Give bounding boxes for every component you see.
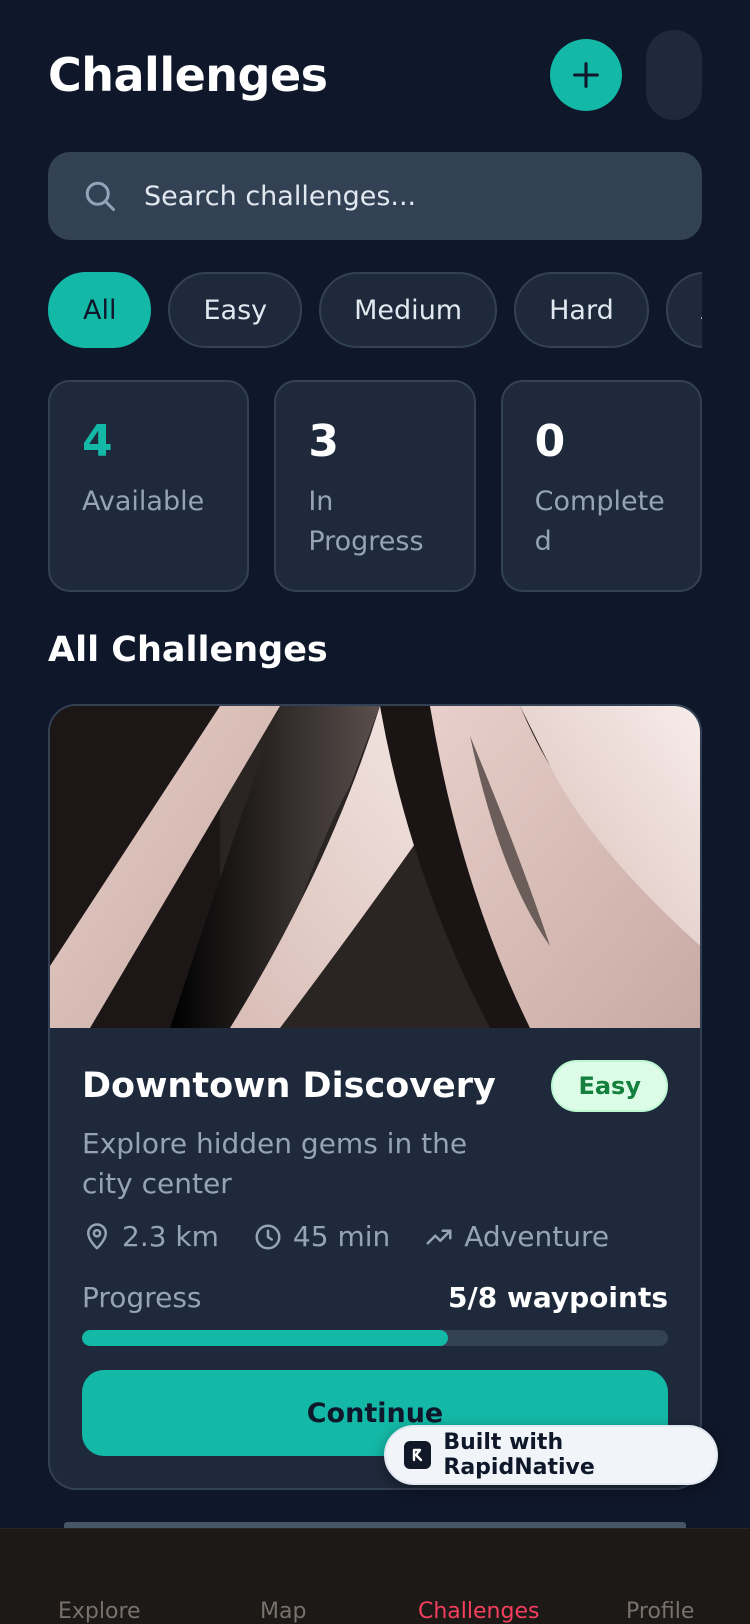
challenge-card-body: Downtown Discovery Easy Explore hidden g… [50, 1028, 700, 1456]
clock-icon [255, 1224, 281, 1249]
stat-card-completed: 0 Completed [500, 380, 702, 592]
progress-row: Progress 5/8 waypoints [82, 1281, 668, 1314]
stat-card-in-progress: 3 In Progress [274, 380, 476, 592]
built-with-badge[interactable]: Built with RapidNative [384, 1425, 718, 1485]
map-pin-icon [87, 1222, 107, 1249]
tab-profile[interactable]: Profile [626, 1599, 694, 1624]
header: Challenges [48, 30, 702, 120]
trending-up-icon [426, 1229, 452, 1244]
tab-challenges[interactable]: Challenges [418, 1599, 539, 1624]
stat-label: Completed [534, 486, 665, 557]
built-with-label: Built with RapidNative [443, 1430, 595, 1480]
section-title: All Challenges [48, 630, 328, 670]
filter-chip-all[interactable]: All [48, 272, 152, 348]
challenge-image [50, 706, 700, 1028]
stat-label: Available [82, 486, 205, 517]
stats-row: 4 Available 3 In Progress 0 Completed [48, 380, 702, 592]
rapidnative-logo-icon [404, 1441, 432, 1469]
meta-duration: 45 min [253, 1220, 390, 1253]
distance-text: 2.3 km [122, 1220, 219, 1253]
filter-chip-easy[interactable]: Easy [168, 272, 303, 348]
filter-chip-adventure[interactable]: Adventure [665, 272, 702, 348]
stat-card-available: 4 Available [48, 380, 250, 592]
category-text: Adventure [464, 1220, 610, 1253]
progress-count: 5/8 waypoints [448, 1281, 668, 1314]
search-input[interactable]: Search challenges... [48, 152, 702, 240]
challenge-description: Explore hidden gems in the city center [82, 1127, 468, 1200]
meta-distance: 2.3 km [82, 1220, 219, 1253]
progress-bar-fill [82, 1330, 449, 1346]
search-icon [85, 181, 115, 211]
stat-value: 4 [82, 416, 113, 467]
filter-chip-hard[interactable]: Hard [514, 272, 649, 348]
page-title: Challenges [48, 48, 328, 102]
stat-label: In Progress [308, 486, 424, 557]
add-challenge-button[interactable] [550, 39, 622, 111]
duration-text: 45 min [292, 1220, 391, 1253]
header-menu-button[interactable] [646, 30, 702, 120]
filter-chips: All Easy Medium Hard Adventure [48, 272, 702, 348]
filter-chip-medium[interactable]: Medium [319, 272, 498, 348]
stat-value: 3 [308, 416, 339, 467]
meta-category: Adventure [424, 1220, 609, 1253]
progress-bar [82, 1330, 668, 1346]
plus-icon [573, 62, 599, 88]
progress-label: Progress [82, 1281, 202, 1314]
bottom-tab-bar: Explore Map Challenges Profile [0, 1528, 750, 1624]
tab-map[interactable]: Map [260, 1599, 306, 1624]
challenge-meta: 2.3 km 45 min Adventure [82, 1220, 668, 1253]
stat-value: 0 [534, 416, 566, 467]
tab-explore[interactable]: Explore [58, 1599, 141, 1624]
difficulty-badge: Easy [551, 1060, 668, 1112]
challenge-card[interactable]: Downtown Discovery Easy Explore hidden g… [48, 704, 702, 1490]
search-placeholder: Search challenges... [144, 180, 417, 212]
